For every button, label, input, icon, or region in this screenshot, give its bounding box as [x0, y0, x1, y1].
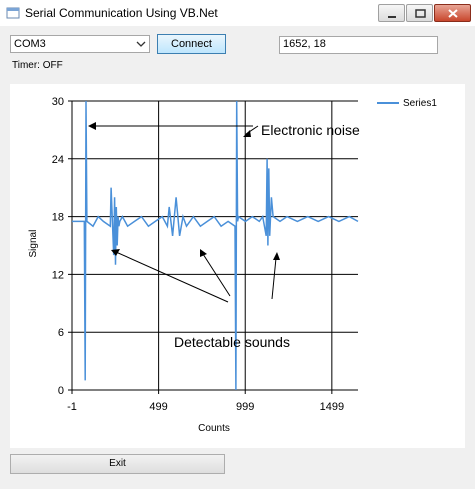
maximize-icon [415, 9, 426, 18]
chevron-down-icon[interactable] [133, 36, 149, 52]
coordinates-field[interactable]: 1652, 18 [279, 36, 438, 54]
chart-grid [68, 100, 358, 394]
window-title: Serial Communication Using VB.Net [25, 6, 218, 20]
port-select[interactable]: COM3 [10, 35, 150, 53]
sound-arrow-1 [115, 251, 229, 303]
y-tick-label: 24 [52, 154, 64, 166]
sound-arrow-2 [202, 253, 231, 297]
noise-label: Electronic noise [261, 122, 360, 138]
minimize-button[interactable] [378, 4, 405, 22]
y-axis-ticks: 0 6 12 18 24 30 [52, 96, 64, 397]
x-axis-label: Counts [198, 423, 230, 434]
x-tick-label: 499 [149, 401, 167, 413]
y-tick-label: 12 [52, 269, 64, 281]
noise-arrow-right-head [243, 130, 251, 137]
y-tick-label: 18 [52, 212, 64, 224]
connect-button[interactable]: Connect [157, 34, 226, 54]
sound-arrow-3-head [273, 252, 280, 260]
app-window-icon [6, 7, 20, 19]
close-icon [448, 9, 458, 18]
sound-arrow-1-head [111, 249, 120, 256]
sounds-label: Detectable sounds [174, 334, 290, 350]
sound-arrow-2-head [200, 249, 207, 257]
chart-svg: 0 6 12 18 24 30 -1 499 999 1499 Signal Counts Se… [28, 96, 437, 434]
x-tick-label: 999 [236, 401, 254, 413]
exit-button[interactable]: Exit [10, 454, 225, 474]
maximize-button[interactable] [406, 4, 433, 22]
port-select-value: COM3 [14, 38, 46, 50]
title-bar: Serial Communication Using VB.Net [0, 0, 475, 26]
noise-arrow-left-head [88, 122, 96, 130]
x-tick-label: -1 [67, 401, 77, 413]
timer-status: Timer: OFF [12, 60, 63, 71]
legend-label: Series1 [403, 98, 437, 109]
close-button[interactable] [434, 4, 471, 22]
y-tick-label: 6 [58, 327, 64, 339]
x-axis-ticks: -1 499 999 1499 [67, 401, 344, 413]
minimize-icon [388, 16, 396, 18]
signal-chart: 0 6 12 18 24 30 -1 499 999 1499 Signal Counts Se… [10, 84, 465, 448]
y-tick-label: 30 [52, 96, 64, 108]
y-axis-label: Signal [28, 230, 39, 258]
sound-arrow-3 [271, 257, 277, 300]
y-tick-label: 0 [58, 385, 64, 397]
x-tick-label: 1499 [320, 401, 344, 413]
window-bottom [0, 478, 475, 489]
